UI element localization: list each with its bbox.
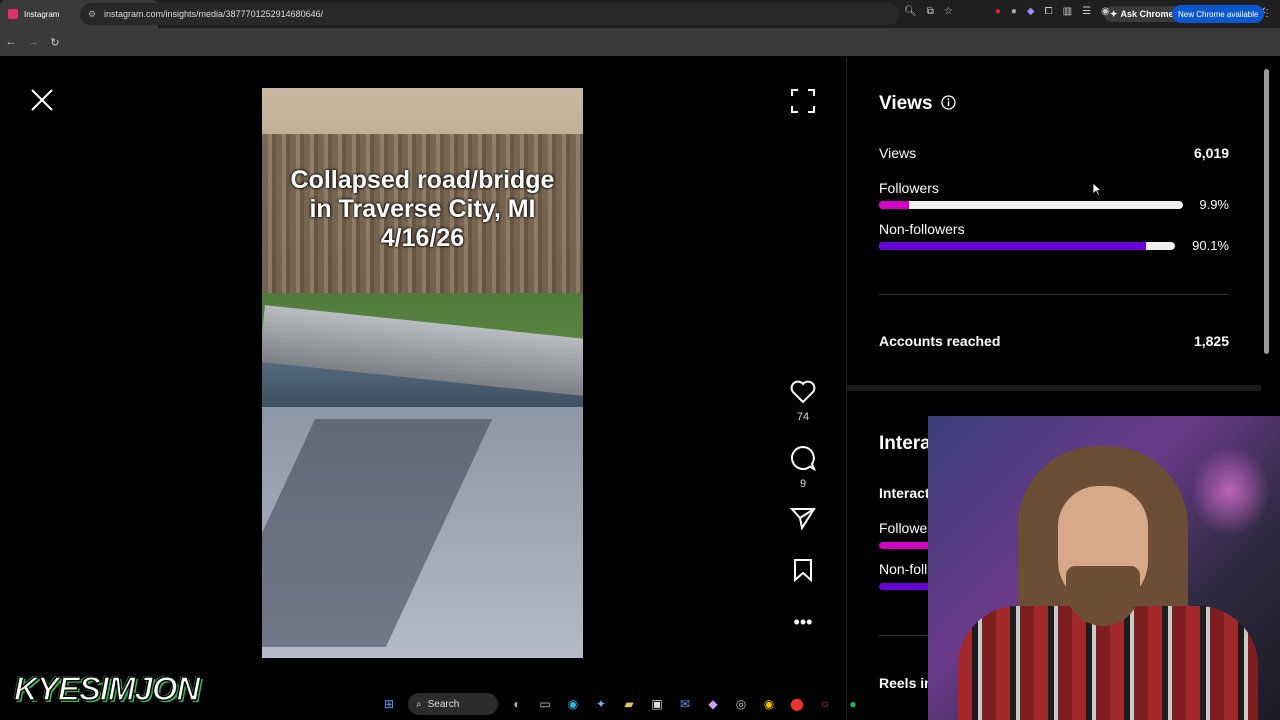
interactions-nonfollowers-bar: [879, 583, 931, 590]
copilot-icon[interactable]: ✦: [592, 695, 610, 713]
comment-action[interactable]: 9: [788, 445, 818, 490]
accounts-reached-label: Accounts reached: [879, 333, 1001, 349]
store-icon[interactable]: ▣: [648, 695, 666, 713]
heart-icon[interactable]: [790, 380, 816, 404]
followers-pct: 9.9%: [1199, 197, 1229, 212]
sparkle-icon: ✦: [1110, 8, 1118, 19]
info-icon[interactable]: [941, 95, 956, 110]
profile-avatar-icon[interactable]: ◉: [1101, 6, 1110, 17]
views-row: Views 6,019: [879, 145, 1229, 161]
extensions-puzzle-icon[interactable]: ⧠: [1045, 6, 1053, 17]
mail-icon[interactable]: ✉: [676, 695, 694, 713]
comment-count: 9: [799, 478, 807, 490]
fullscreen-icon[interactable]: [790, 88, 816, 114]
spotify-icon[interactable]: ●: [844, 695, 862, 713]
close-icon[interactable]: [28, 86, 56, 114]
ask-chrome-label: Ask Chrome: [1120, 9, 1174, 19]
url-bar[interactable]: ⚙ instagram.com/insights/media/387770125…: [80, 3, 900, 25]
like-count: 74: [796, 411, 810, 423]
views-label: Views: [879, 145, 917, 161]
task-view-icon[interactable]: ▭: [536, 695, 554, 713]
share-icon[interactable]: [789, 506, 816, 531]
taskbar-search-label: Search: [427, 698, 460, 710]
edge-icon[interactable]: ◉: [564, 695, 582, 713]
ask-chrome-button[interactable]: ✦ Ask Chrome: [1104, 6, 1180, 22]
nonfollowers-bar-fill: [879, 242, 1146, 250]
chrome-icon[interactable]: ◉: [760, 695, 778, 713]
zoom-icon[interactable]: 🔍︎: [904, 6, 917, 17]
followers-bar: [879, 201, 1183, 209]
widget-icon[interactable]: ◐: [508, 695, 526, 713]
interactions-followers-label: Follower: [879, 520, 932, 536]
caption-line-2: in Traverse City, MI: [309, 195, 536, 223]
interactions-followers-bar: [879, 542, 931, 549]
comment-icon[interactable]: [790, 445, 817, 472]
windows-taskbar: ⊞ ⌕ Search ◐ ▭ ◉ ✦ ▰ ▣ ✉ ◆ ◎ ◉ ⬤ ○ ●: [380, 692, 862, 716]
post-video[interactable]: Collapsed road/bridge in Traverse City, …: [262, 88, 583, 658]
webcam-overlay: [928, 416, 1280, 720]
extension-purple-icon[interactable]: ◆: [1027, 6, 1035, 17]
nonfollowers-pct: 90.1%: [1192, 238, 1229, 253]
new-chrome-label: New Chrome available: [1178, 9, 1259, 19]
back-icon[interactable]: ←: [0, 36, 22, 48]
forward-icon[interactable]: →: [22, 36, 44, 48]
section-separator: [847, 385, 1261, 391]
search-icon: ⌕: [416, 698, 422, 710]
streamer-logo: KYESIMJON: [13, 669, 201, 708]
tab-favicon-icon: [8, 9, 18, 19]
caption-line-3: 4/16/26: [380, 224, 465, 252]
save-action[interactable]: [788, 558, 818, 587]
accounts-reached-value: 1,825: [1193, 333, 1229, 349]
scrollbar-thumb[interactable]: [1264, 69, 1269, 354]
chrome-menu-icon[interactable]: ⋮: [1262, 8, 1272, 19]
nonfollowers-label: Non-followers: [879, 221, 965, 237]
bookmark-icon[interactable]: [792, 558, 814, 583]
site-info-icon[interactable]: ⚙: [88, 9, 96, 20]
file-explorer-icon[interactable]: ▰: [620, 695, 638, 713]
side-panel-icon[interactable]: ▥: [1063, 6, 1072, 17]
views-value: 6,019: [1193, 145, 1229, 161]
interactions-title: Intera: [879, 433, 931, 454]
interactions-nonfollowers-label: Non-foll: [879, 561, 928, 577]
cast-icon[interactable]: ⧉: [927, 6, 934, 17]
logo-text: YESIMJON: [36, 669, 201, 708]
mouse-cursor-icon: [1092, 182, 1102, 196]
opera-icon[interactable]: ○: [816, 695, 834, 713]
interactions-label: Interacti: [879, 485, 934, 501]
obs-icon[interactable]: ◎: [732, 695, 750, 713]
more-options-icon[interactable]: •••: [788, 612, 818, 633]
bookmark-star-icon[interactable]: ☆: [944, 6, 953, 17]
like-action[interactable]: 74: [788, 380, 818, 423]
toolbar-icons: 🔍︎ ⧉ ☆ ● ● ◆ ⧠ ▥ ☰ ◉: [904, 6, 1110, 17]
accounts-reached-row: Accounts reached 1,825: [879, 333, 1229, 349]
windows-start-icon[interactable]: ⊞: [380, 695, 398, 713]
webcam-light: [1190, 446, 1270, 536]
video-caption: Collapsed road/bridge in Traverse City, …: [262, 166, 583, 253]
reload-icon[interactable]: ↻: [44, 36, 66, 49]
extension-grey-icon[interactable]: ●: [1011, 6, 1017, 17]
nonfollowers-bar: [879, 242, 1175, 250]
maps-pin-icon[interactable]: ⬤: [788, 695, 806, 713]
app-icon[interactable]: ◆: [704, 695, 722, 713]
reading-list-icon[interactable]: ☰: [1082, 6, 1091, 17]
nonfollowers-row: Non-followers: [879, 221, 1229, 237]
section-divider: [879, 294, 1229, 295]
share-action[interactable]: [788, 506, 818, 535]
logo-k-mark: K: [13, 669, 38, 708]
insights-title: Views: [879, 93, 933, 114]
new-chrome-available-button[interactable]: New Chrome available: [1172, 5, 1265, 23]
followers-bar-fill: [879, 201, 910, 209]
url-text: instagram.com/insights/media/38777012529…: [104, 9, 324, 19]
followers-label: Followers: [879, 180, 939, 196]
extension-red-icon[interactable]: ●: [995, 6, 1001, 17]
caption-line-1: Collapsed road/bridge: [290, 166, 555, 194]
taskbar-search[interactable]: ⌕ Search: [408, 693, 498, 715]
followers-row: Followers: [879, 180, 1229, 196]
address-toolbar: ← → ↻: [0, 28, 1280, 56]
